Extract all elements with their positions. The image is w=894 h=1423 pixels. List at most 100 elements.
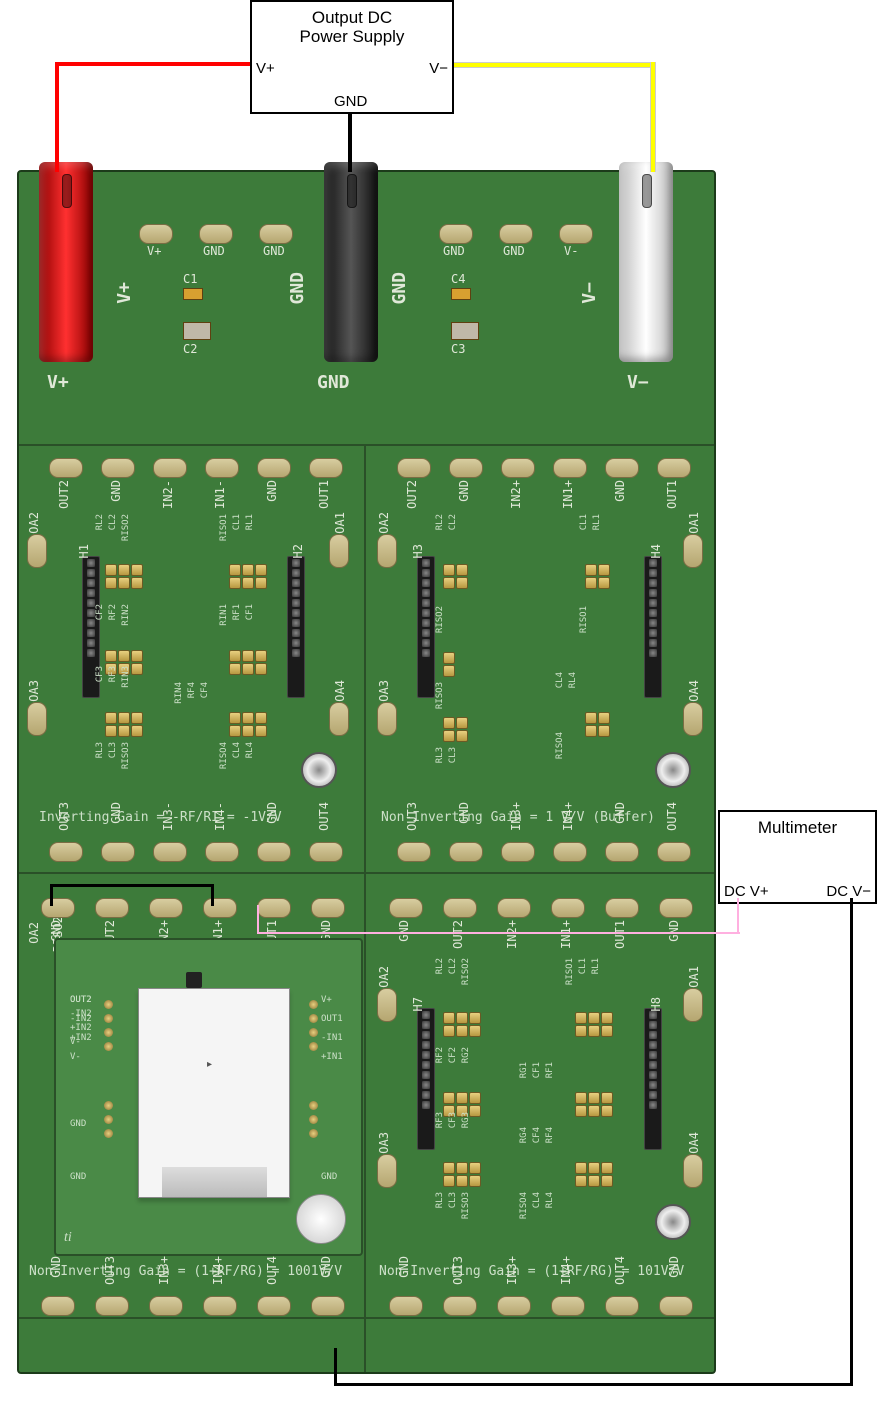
pad <box>205 458 239 478</box>
silk-comp: RISO1 <box>579 606 589 633</box>
smd-pad <box>456 1025 468 1037</box>
multimeter-dcvplus: DC V+ <box>724 883 769 900</box>
smd-pad <box>456 1092 468 1104</box>
pad <box>309 842 343 862</box>
silk-pad: GND <box>109 802 123 824</box>
silk-comp: RF1 <box>232 604 242 620</box>
silk-comp: RL2 <box>435 514 445 530</box>
silk-pad: IN1+ <box>561 480 575 509</box>
silk-comp: RISO2 <box>461 958 471 985</box>
pad <box>497 898 531 918</box>
mount-hole <box>655 752 691 788</box>
header-h3[interactable] <box>417 556 435 698</box>
pad <box>203 1296 237 1316</box>
silk-pad: IN2+ <box>509 480 523 509</box>
pad-top <box>199 224 233 244</box>
psu-title-l2: Power Supply <box>300 27 405 46</box>
pad <box>657 458 691 478</box>
pad-oa <box>377 702 397 736</box>
psu-title-l1: Output DC <box>312 8 392 27</box>
wire-dcv-minus-2 <box>334 1383 853 1386</box>
header-h4[interactable] <box>644 556 662 698</box>
smd-pad <box>469 1162 481 1174</box>
smd-pad <box>105 577 117 589</box>
smd-pad <box>456 1175 468 1187</box>
pad <box>551 1296 585 1316</box>
pad <box>149 898 183 918</box>
socket-daughterboard: ti OUT2-IN2+IN2V-GNDOUT2-IN2+IN2V-GNDV+O… <box>54 938 363 1256</box>
smd-pad <box>575 1012 587 1024</box>
silk-comp: RF3 <box>435 1112 445 1128</box>
banana-red-vplus[interactable] <box>39 162 93 362</box>
silk: H4 <box>649 544 663 558</box>
silk-pad: GND <box>49 1256 63 1278</box>
silk: OA1 <box>333 512 347 534</box>
silk: H3 <box>411 544 425 558</box>
pad <box>95 898 129 918</box>
smd-pad <box>575 1175 587 1187</box>
silk: H8 <box>649 997 663 1011</box>
silk-comp: CL1 <box>232 514 242 530</box>
pad <box>49 842 83 862</box>
banana-white-vminus[interactable] <box>619 162 673 362</box>
silk-c2: C2 <box>183 342 197 356</box>
silk-pad: IN4+ <box>211 1256 225 1285</box>
socket-silk: +IN2 <box>70 1023 92 1033</box>
pad <box>501 458 535 478</box>
silk-c1: C1 <box>183 272 197 286</box>
silk-gnd-v2: GND <box>389 272 410 305</box>
smd-pad <box>443 1092 455 1104</box>
pad <box>149 1296 183 1316</box>
header-h2[interactable] <box>287 556 305 698</box>
silk-comp: RL3 <box>435 1192 445 1208</box>
wire-vminus-v <box>650 62 656 172</box>
silk-comp: CF1 <box>532 1062 542 1078</box>
silk-comp: RL4 <box>568 672 578 688</box>
smd-pad <box>443 717 455 729</box>
header-h8[interactable] <box>644 1008 662 1150</box>
pad-oa <box>377 1154 397 1188</box>
silk-comp: RL1 <box>592 514 602 530</box>
silk-vminus-v: V− <box>579 282 600 304</box>
smd-pad <box>255 564 267 576</box>
tab-icon <box>186 972 202 988</box>
smd-pad <box>588 1012 600 1024</box>
silk-comp: CL1 <box>578 958 588 974</box>
pad-oa <box>683 534 703 568</box>
socket-silk: -IN2 <box>70 1014 92 1024</box>
pad-oa <box>27 702 47 736</box>
silk-comp: CF3 <box>95 666 105 682</box>
silk-pad: OUT4 <box>613 1256 627 1285</box>
pad-oa <box>683 1154 703 1188</box>
silk: OA3 <box>377 1132 391 1154</box>
socket-silk: OUT1 <box>321 1014 343 1024</box>
pad <box>449 842 483 862</box>
pad <box>443 898 477 918</box>
socket-silk: -IN1 <box>321 1033 343 1043</box>
smd-pad <box>255 663 267 675</box>
pad <box>95 1296 129 1316</box>
silk-c3: C3 <box>451 342 465 356</box>
silk-pad: GND <box>265 802 279 824</box>
pad <box>311 898 345 918</box>
silk: OA3 <box>27 680 41 702</box>
pad <box>397 458 431 478</box>
silk-pad: GND <box>457 480 471 502</box>
pad <box>605 458 639 478</box>
silk-comp: RL4 <box>545 1192 555 1208</box>
pad <box>659 1296 693 1316</box>
silk: OA2 <box>377 512 391 534</box>
silk-comp: RIN1 <box>219 604 229 626</box>
silk-comp: CL3 <box>448 747 458 763</box>
header-h7[interactable] <box>417 1008 435 1150</box>
silk: OA2 <box>27 922 41 944</box>
smd-pad <box>575 1092 587 1104</box>
silk-comp: RL1 <box>591 958 601 974</box>
silk: H2 <box>291 544 305 558</box>
smd-pad <box>443 665 455 677</box>
silk-comp: RISO3 <box>461 1192 471 1219</box>
banana-black-gnd[interactable] <box>324 162 378 362</box>
ic-socket[interactable] <box>138 988 290 1198</box>
smd-pad <box>443 1175 455 1187</box>
smd-pad <box>229 650 241 662</box>
